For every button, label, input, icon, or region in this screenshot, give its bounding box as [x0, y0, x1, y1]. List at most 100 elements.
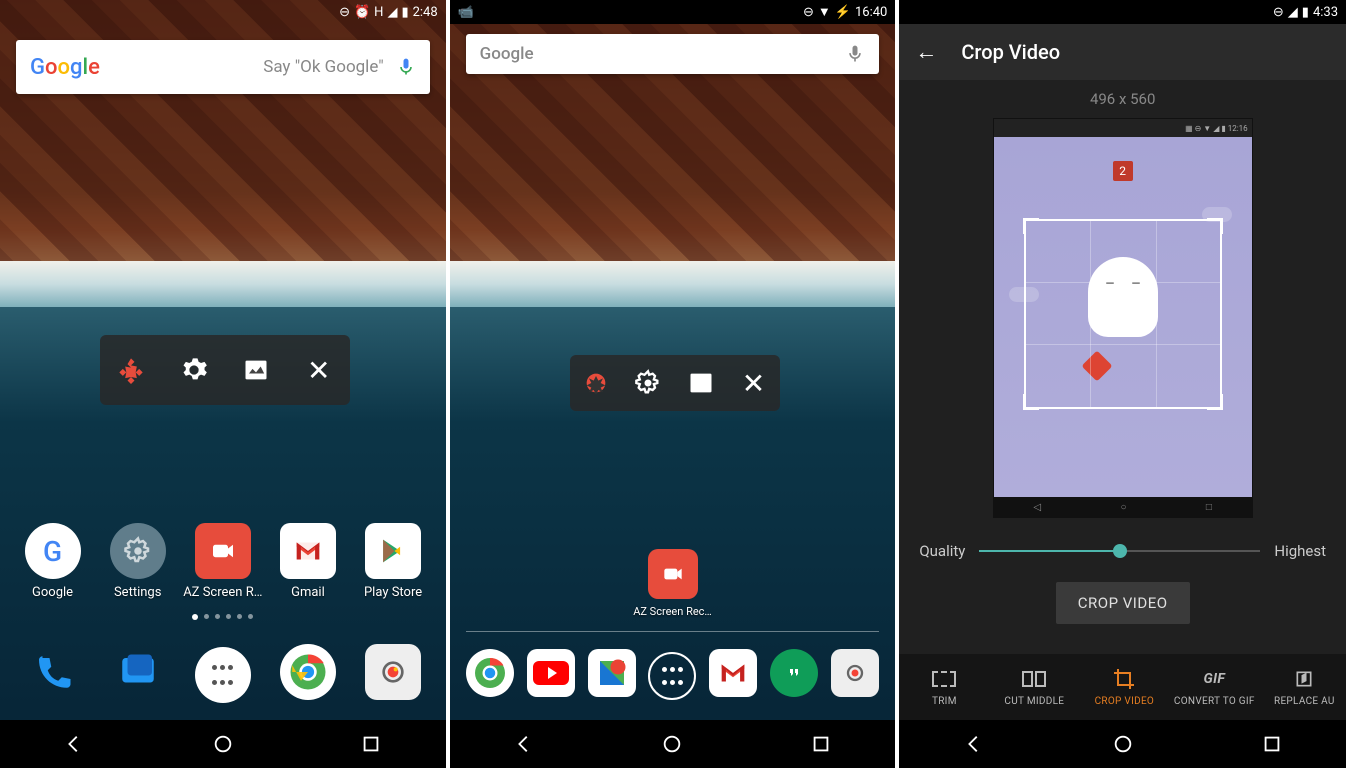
app-label: Play Store — [364, 585, 422, 600]
app-drawer-button[interactable] — [195, 647, 251, 703]
phone-screenshot-3: ⊖ ◢ ▮ 4:33 ← Crop Video 496 x 560 ▦ ⊖ ▼ … — [899, 0, 1346, 768]
countdown-badge: 2 — [1113, 161, 1133, 181]
dnd-icon: ⊖ — [1273, 5, 1284, 20]
back-button[interactable] — [60, 730, 88, 758]
battery-icon: ▮ — [1302, 5, 1309, 20]
dock-maps[interactable] — [588, 649, 636, 697]
battery-icon: ⚡ — [835, 5, 851, 20]
app-play-store[interactable]: Play Store — [353, 523, 433, 600]
dock-chrome[interactable] — [280, 644, 336, 700]
tool-label: TRIM — [932, 696, 957, 707]
app-label: Settings — [114, 585, 161, 600]
close-icon[interactable]: ✕ — [738, 368, 768, 398]
crop-handle-tl[interactable] — [1023, 218, 1039, 234]
alarm-icon: ⏰ — [354, 5, 370, 20]
back-button[interactable] — [960, 730, 988, 758]
app-settings[interactable]: Settings — [98, 523, 178, 600]
dnd-icon: ⊖ — [339, 5, 350, 20]
back-button[interactable] — [510, 730, 538, 758]
tool-label: CROP VIDEO — [1095, 696, 1155, 707]
mic-icon[interactable] — [396, 55, 416, 79]
clock: 16:40 — [855, 5, 887, 20]
video-preview[interactable]: ▦ ⊖ ▼ ◢ ▮12:16 2 ◁○□ — [993, 118, 1253, 518]
tool-cut-middle[interactable]: CUT MIDDLE — [989, 668, 1079, 707]
tool-replace-audio[interactable]: REPLACE AU — [1259, 668, 1346, 707]
battery-icon: ▮ — [401, 5, 408, 20]
close-icon[interactable]: ✕ — [304, 355, 334, 385]
dock-phone[interactable] — [25, 644, 81, 700]
google-search-bar[interactable]: Google — [466, 34, 880, 74]
tool-crop-video[interactable]: CROP VIDEO — [1079, 668, 1169, 707]
phone-screenshot-2: 📹 ⊖ ▼ ⚡ 16:40 Google ✕ AZ Screen Rec… — [450, 0, 896, 768]
signal-icon: ◢ — [1288, 5, 1298, 20]
quality-label: Quality — [919, 542, 965, 560]
dock-messenger[interactable] — [110, 644, 166, 700]
status-bar: 📹 ⊖ ▼ ⚡ 16:40 — [450, 0, 896, 24]
dock-hangouts[interactable] — [770, 649, 818, 697]
crop-video-button[interactable]: CROP VIDEO — [1056, 582, 1190, 624]
app-az-recorder[interactable]: AZ Screen Rec… — [633, 549, 713, 618]
dock-gmail[interactable] — [709, 649, 757, 697]
recents-button[interactable] — [1258, 730, 1286, 758]
search-placeholder: Say "Ok Google" — [100, 57, 396, 77]
app-drawer-button[interactable] — [648, 652, 696, 700]
slider-thumb[interactable] — [1113, 544, 1127, 558]
gear-icon[interactable] — [179, 355, 209, 385]
tool-trim[interactable]: TRIM — [899, 668, 989, 707]
tool-bar: TRIM CUT MIDDLE CROP VIDEO GIFCONVERT TO… — [899, 654, 1346, 720]
preview-nav-bar: ◁○□ — [994, 497, 1252, 517]
tool-label: CONVERT TO GIF — [1174, 696, 1255, 707]
app-gmail[interactable]: Gmail — [268, 523, 348, 600]
dock-camera[interactable] — [831, 649, 879, 697]
tool-label: CUT MIDDLE — [1004, 696, 1064, 707]
dnd-icon: ⊖ — [803, 5, 814, 20]
status-bar: ⊖ ◢ ▮ 4:33 — [899, 0, 1346, 24]
page-indicator — [0, 614, 446, 620]
back-arrow-icon[interactable]: ← — [915, 39, 937, 65]
recorder-overlay[interactable]: ✕ — [100, 335, 350, 405]
crop-handle-tr[interactable] — [1207, 218, 1223, 234]
record-icon[interactable] — [581, 368, 611, 398]
app-header: ← Crop Video — [899, 24, 1346, 80]
phone-screenshot-1: ⊖ ⏰ H ◢ ▮ 2:48 Google Say "Ok Google" ✕ … — [0, 0, 446, 768]
page-title: Crop Video — [961, 40, 1060, 64]
app-row: AZ Screen Rec… — [450, 549, 896, 618]
app-label: AZ Screen Rec… — [633, 605, 712, 618]
dock-camera[interactable] — [365, 644, 421, 700]
nav-bar — [0, 720, 446, 768]
home-button[interactable] — [658, 730, 686, 758]
crop-frame[interactable] — [1024, 219, 1222, 409]
google-search-bar[interactable]: Google Say "Ok Google" — [16, 40, 430, 94]
google-logo: Google — [480, 44, 534, 64]
app-label: Google — [32, 585, 73, 600]
crop-handle-br[interactable] — [1207, 394, 1223, 410]
tool-label: REPLACE AU — [1274, 696, 1335, 707]
app-row: GGoogle Settings AZ Screen R… Gmail Play… — [0, 523, 446, 600]
home-button[interactable] — [1109, 730, 1137, 758]
recents-button[interactable] — [807, 730, 835, 758]
record-icon[interactable] — [116, 355, 146, 385]
signal-icon: H — [374, 5, 383, 20]
gallery-icon[interactable] — [241, 355, 271, 385]
video-preview-container: ▦ ⊖ ▼ ◢ ▮12:16 2 ◁○□ — [899, 118, 1346, 518]
status-bar: ⊖ ⏰ H ◢ ▮ 2:48 — [0, 0, 446, 24]
signal-icon: ◢ — [387, 5, 397, 20]
home-button[interactable] — [209, 730, 237, 758]
crop-handle-bl[interactable] — [1023, 394, 1039, 410]
dock — [0, 630, 446, 720]
dock-chrome[interactable] — [466, 649, 514, 697]
quality-slider[interactable] — [979, 550, 1260, 552]
quality-value: Highest — [1274, 542, 1326, 560]
crop-dimensions: 496 x 560 — [899, 80, 1346, 118]
tool-convert-gif[interactable]: GIFCONVERT TO GIF — [1169, 668, 1259, 707]
gallery-icon[interactable] — [686, 368, 716, 398]
dock-youtube[interactable] — [527, 649, 575, 697]
mic-icon[interactable] — [845, 42, 865, 66]
preview-status-bar: ▦ ⊖ ▼ ◢ ▮12:16 — [994, 119, 1252, 137]
app-indicator-icon: 📹 — [458, 5, 474, 20]
recents-button[interactable] — [357, 730, 385, 758]
gear-icon[interactable] — [633, 368, 663, 398]
app-az-recorder[interactable]: AZ Screen R… — [183, 523, 263, 600]
app-google[interactable]: GGoogle — [13, 523, 93, 600]
wifi-icon: ▼ — [818, 4, 831, 20]
